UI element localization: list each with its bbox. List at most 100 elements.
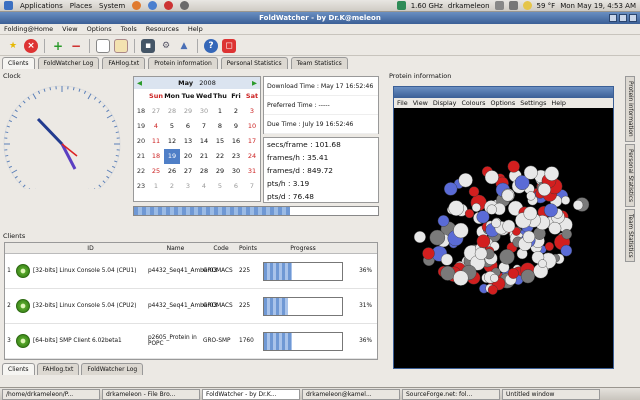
calendar-day[interactable]: 15 (212, 134, 228, 149)
tab-bottom-fahlog[interactable]: FAHlog.txt (36, 363, 80, 375)
calendar-day[interactable]: 23 (228, 149, 244, 164)
help-icon[interactable]: ? (204, 38, 218, 53)
tab-fahlog[interactable]: FAHlog.txt (102, 57, 146, 69)
settings-icon[interactable]: ⚙ (159, 39, 173, 53)
save-icon[interactable]: ▪ (141, 38, 155, 53)
table-row[interactable]: 1 [32-bits] Linux Console 5.04 (CPU1) p443… (5, 254, 377, 289)
calendar-day[interactable]: 2 (164, 179, 180, 194)
tab-foldwatcher-log[interactable]: FoldWatcher Log (37, 57, 100, 69)
calendar-day[interactable]: 10 (244, 119, 260, 134)
close-icon[interactable]: ◻ (222, 38, 236, 53)
menu-tools[interactable]: Tools (121, 25, 137, 33)
user-name[interactable]: drkameleon (448, 2, 490, 10)
vtab-personal-statistics[interactable]: Personal Statistics (625, 143, 635, 207)
firefox-icon[interactable] (132, 1, 142, 10)
minimize-button[interactable] (609, 14, 617, 22)
calendar-day[interactable]: 26 (164, 164, 180, 179)
network-icon[interactable] (494, 1, 504, 10)
calendar-day[interactable]: 27 (180, 164, 196, 179)
calendar-day[interactable]: 30 (196, 104, 212, 119)
menu-view[interactable]: View (62, 25, 77, 33)
col-points[interactable]: Points (239, 245, 261, 252)
molecule-view[interactable] (394, 108, 613, 368)
clean-icon[interactable]: ▲ (177, 39, 191, 53)
table-row[interactable]: 2 [32-bits] Linux Console 5.04 (CPU2) p443… (5, 289, 377, 324)
pv-menu-colours[interactable]: Colours (461, 99, 485, 107)
calendar-day[interactable]: 3 (244, 104, 260, 119)
calendar-day[interactable]: 1 (212, 104, 228, 119)
remove-icon[interactable]: − (69, 39, 83, 53)
calendar-year[interactable]: 2008 (199, 79, 216, 87)
calendar-day[interactable]: 14 (196, 134, 212, 149)
pv-menu-settings[interactable]: Settings (520, 99, 546, 107)
tab-personal-statistics[interactable]: Personal Statistics (220, 57, 288, 69)
vtab-team-statistics[interactable]: Team Statistics (625, 208, 635, 263)
menu-folding[interactable]: Folding@Home (4, 25, 53, 33)
calendar-day[interactable]: 22 (212, 149, 228, 164)
calendar-day[interactable]: 28 (196, 164, 212, 179)
calendar-day[interactable]: 7 (196, 119, 212, 134)
calendar-day[interactable]: 18 (148, 149, 164, 164)
tab-clients[interactable]: Clients (2, 57, 35, 69)
col-code[interactable]: Code (203, 245, 239, 252)
pv-menu-view[interactable]: View (413, 99, 428, 107)
menu-options[interactable]: Options (87, 25, 112, 33)
places-menu[interactable]: Places (70, 2, 92, 10)
panel-clock[interactable]: Mon May 19, 4:53 AM (560, 2, 636, 10)
tab-team-statistics[interactable]: Team Statistics (290, 57, 348, 69)
calendar-day[interactable]: 19 (164, 149, 180, 164)
foot-icon[interactable] (4, 1, 13, 10)
calendar-day[interactable]: 27 (148, 104, 164, 119)
calendar-day[interactable]: 28 (164, 104, 180, 119)
tab-bottom-foldwatcher-log[interactable]: FoldWatcher Log (81, 363, 144, 375)
calendar-day[interactable]: 6 (228, 179, 244, 194)
col-progress[interactable]: Progress (261, 245, 345, 252)
task-untitled-window[interactable]: Untitled window (502, 388, 600, 400)
prev-month-button[interactable]: ◀ (137, 79, 142, 87)
col-id[interactable]: ID (33, 245, 148, 252)
copy-icon[interactable] (114, 38, 128, 53)
task-home-folder[interactable]: /home/drkameleon/P... (2, 388, 100, 400)
table-row[interactable]: 3 [64-bits] SMP Client 6.02beta1 p2605_Pro… (5, 324, 377, 359)
add-icon[interactable]: + (51, 39, 65, 53)
maximize-button[interactable] (619, 14, 627, 22)
calendar-day[interactable]: 24 (244, 149, 260, 164)
help-icon[interactable] (180, 1, 190, 10)
volume-icon[interactable] (508, 1, 518, 10)
col-name[interactable]: Name (148, 245, 203, 252)
tab-protein-information[interactable]: Protein information (148, 57, 218, 69)
calendar-month[interactable]: May (178, 79, 193, 87)
window-titlebar[interactable]: FoldWatcher - by Dr.K@meleon (0, 12, 640, 24)
pv-menu-help[interactable]: Help (551, 99, 566, 107)
menu-help[interactable]: Help (188, 25, 203, 33)
calendar-day[interactable]: 3 (180, 179, 196, 194)
system-menu[interactable]: System (99, 2, 125, 10)
calendar-day[interactable]: 16 (228, 134, 244, 149)
pv-menu-file[interactable]: File (397, 99, 408, 107)
pv-menu-display[interactable]: Display (433, 99, 457, 107)
task-sourceforge[interactable]: SourceForge.net: fol... (402, 388, 500, 400)
calendar-day[interactable]: 4 (196, 179, 212, 194)
email-icon[interactable] (148, 1, 158, 10)
calendar-day[interactable]: 31 (244, 164, 260, 179)
calendar-day[interactable]: 11 (148, 134, 164, 149)
protein-viewer-titlebar[interactable] (394, 87, 613, 98)
calendar-day[interactable]: 2 (228, 104, 244, 119)
menu-resources[interactable]: Resources (146, 25, 179, 33)
calendar-day[interactable]: 13 (180, 134, 196, 149)
task-file-browser[interactable]: drkameleon - File Bro... (102, 388, 200, 400)
calendar-day[interactable]: 12 (164, 134, 180, 149)
star-icon[interactable]: ★ (6, 39, 20, 53)
task-foldwatcher[interactable]: FoldWatcher - by Dr.K... (202, 388, 300, 400)
calendar-day[interactable]: 5 (212, 179, 228, 194)
next-month-button[interactable]: ▶ (252, 79, 257, 87)
close-window-button[interactable] (629, 14, 637, 22)
calendar-day[interactable]: 30 (228, 164, 244, 179)
calendar-day[interactable]: 9 (228, 119, 244, 134)
calendar-day[interactable]: 5 (164, 119, 180, 134)
calendar[interactable]: ◀ May 2008 ▶ Sun Mon Tue Wed Thu Fri Sat 18 27 28… (133, 76, 261, 202)
stop-icon[interactable]: × (24, 38, 38, 53)
applications-menu[interactable]: Applications (20, 2, 63, 10)
calendar-day[interactable]: 20 (180, 149, 196, 164)
no-entry-icon[interactable] (164, 1, 174, 10)
